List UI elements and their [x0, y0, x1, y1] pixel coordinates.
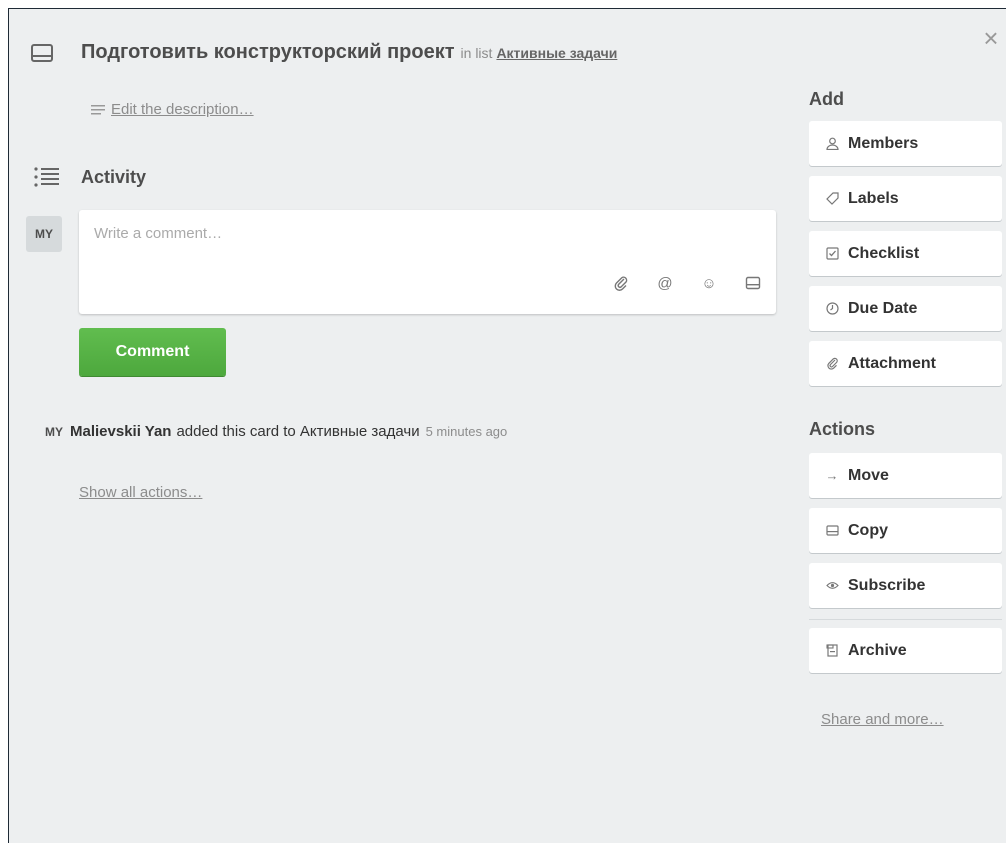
comment-toolbar: @ ☺	[612, 274, 762, 292]
add-section-title: Add	[809, 89, 844, 109]
actions-section-title: Actions	[809, 419, 876, 439]
clock-icon	[825, 302, 839, 316]
list-item: MY Malievskii Yan added this card to Акт…	[45, 423, 507, 440]
edit-description-link[interactable]: Edit the description…	[111, 101, 254, 118]
description-section: Edit the description…	[91, 101, 254, 118]
emoji-icon[interactable]: ☺	[700, 274, 718, 292]
copy-button[interactable]: Copy	[809, 508, 1002, 553]
tag-icon	[825, 192, 839, 206]
action-text: added this card to Активные задачи	[176, 423, 420, 440]
attachment-button[interactable]: Attachment	[809, 341, 1002, 386]
labels-button[interactable]: Labels	[809, 176, 1002, 221]
description-icon	[91, 104, 105, 114]
labels-label: Labels	[848, 189, 899, 207]
archive-icon	[825, 644, 839, 658]
subscribe-label: Subscribe	[848, 576, 926, 594]
checklist-label: Checklist	[848, 244, 920, 262]
close-icon[interactable]: ×	[980, 25, 1002, 51]
avatar[interactable]: MY	[26, 216, 62, 252]
members-label: Members	[848, 134, 919, 152]
checkbox-icon	[825, 247, 839, 261]
paperclip-icon	[825, 357, 839, 371]
card-detail-dialog: × Подготовить конструкторский проект in …	[8, 8, 1006, 843]
activity-header: Activity	[33, 166, 146, 188]
mention-icon[interactable]: @	[656, 274, 674, 292]
copy-icon	[825, 524, 839, 538]
person-icon	[825, 137, 839, 151]
eye-icon	[825, 579, 839, 593]
move-label: Move	[848, 466, 889, 484]
show-all-actions-link[interactable]: Show all actions…	[79, 484, 202, 501]
arrow-right-icon: →	[825, 468, 839, 483]
due-date-label: Due Date	[848, 299, 918, 317]
card-icon[interactable]	[744, 274, 762, 292]
comment-button[interactable]: Comment	[79, 328, 226, 376]
subscribe-button[interactable]: Subscribe	[809, 563, 1002, 608]
avatar[interactable]: MY	[45, 425, 63, 439]
in-list-label: in list	[460, 45, 493, 61]
copy-label: Copy	[848, 521, 888, 539]
action-timestamp[interactable]: 5 minutes ago	[426, 424, 508, 439]
card-title[interactable]: Подготовить конструкторский проект	[81, 41, 455, 64]
share-and-more-link[interactable]: Share and more…	[821, 711, 944, 728]
activity-title: Activity	[81, 166, 147, 187]
list-name-link[interactable]: Активные задачи	[496, 45, 617, 61]
card-icon	[31, 44, 53, 62]
members-button[interactable]: Members	[809, 121, 1002, 166]
move-button[interactable]: → Move	[809, 453, 1002, 498]
archive-button[interactable]: Archive	[809, 628, 1002, 673]
attachment-icon[interactable]	[612, 274, 630, 292]
action-user-name[interactable]: Malievskii Yan	[70, 423, 171, 440]
card-header: Подготовить конструкторский проект in li…	[31, 41, 617, 64]
checklist-button[interactable]: Checklist	[809, 231, 1002, 276]
activity-list-icon	[34, 167, 59, 187]
attachment-label: Attachment	[848, 354, 937, 372]
comment-input[interactable]	[79, 210, 776, 280]
due-date-button[interactable]: Due Date	[809, 286, 1002, 331]
archive-label: Archive	[848, 641, 907, 659]
sidebar-divider	[809, 619, 1002, 620]
comment-box: @ ☺	[79, 210, 776, 314]
